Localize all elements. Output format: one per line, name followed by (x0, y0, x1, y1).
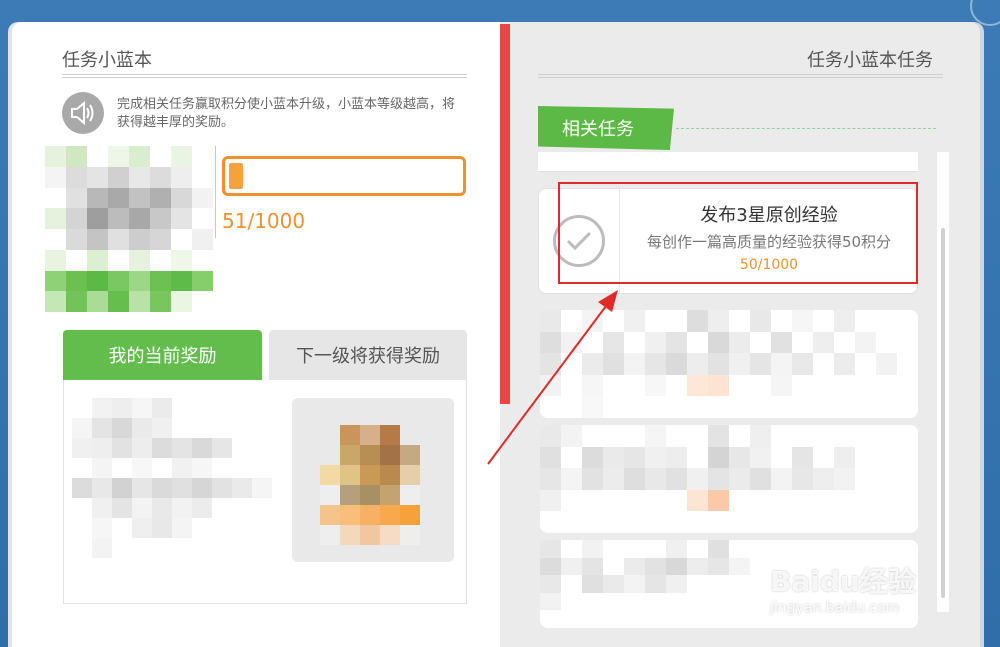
page-spine (500, 24, 510, 404)
level-progress-fill (229, 163, 243, 189)
watermark-brand: Baidu经验 (770, 565, 916, 598)
scrollbar-thumb[interactable] (941, 228, 945, 598)
task-item-blurred[interactable] (540, 425, 918, 533)
intro-text: 完成相关任务赢取积分使小蓝本升级，小蓝本等级越高，将获得越丰厚的奖励。 (117, 97, 456, 130)
section-dashed-line (676, 128, 936, 129)
task-list-top-edge (538, 152, 918, 172)
tasks-page-title: 任务小蓝本任务 (807, 50, 933, 71)
task-item-blurred[interactable] (540, 310, 918, 418)
watermark-url: jingyan.baidu.com (770, 600, 900, 616)
title-divider (62, 74, 467, 78)
level-progress-text: 51/1000 (222, 209, 306, 233)
reward-item-image-blurred (320, 425, 420, 545)
page-title: 任务小蓝本 (62, 50, 152, 71)
tab-next-level-reward[interactable]: 下一级将获得奖励 (269, 330, 467, 380)
avatar-divider (215, 146, 216, 238)
level-progress-bar (222, 156, 466, 196)
avatar (45, 146, 213, 312)
reward-description-blurred (72, 398, 272, 558)
section-ribbon: 相关任务 (538, 106, 674, 150)
tab-current-reward[interactable]: 我的当前奖励 (63, 330, 262, 388)
annotation-highlight-box (558, 182, 918, 284)
title-divider (538, 74, 943, 78)
speaker-icon[interactable] (62, 92, 104, 134)
